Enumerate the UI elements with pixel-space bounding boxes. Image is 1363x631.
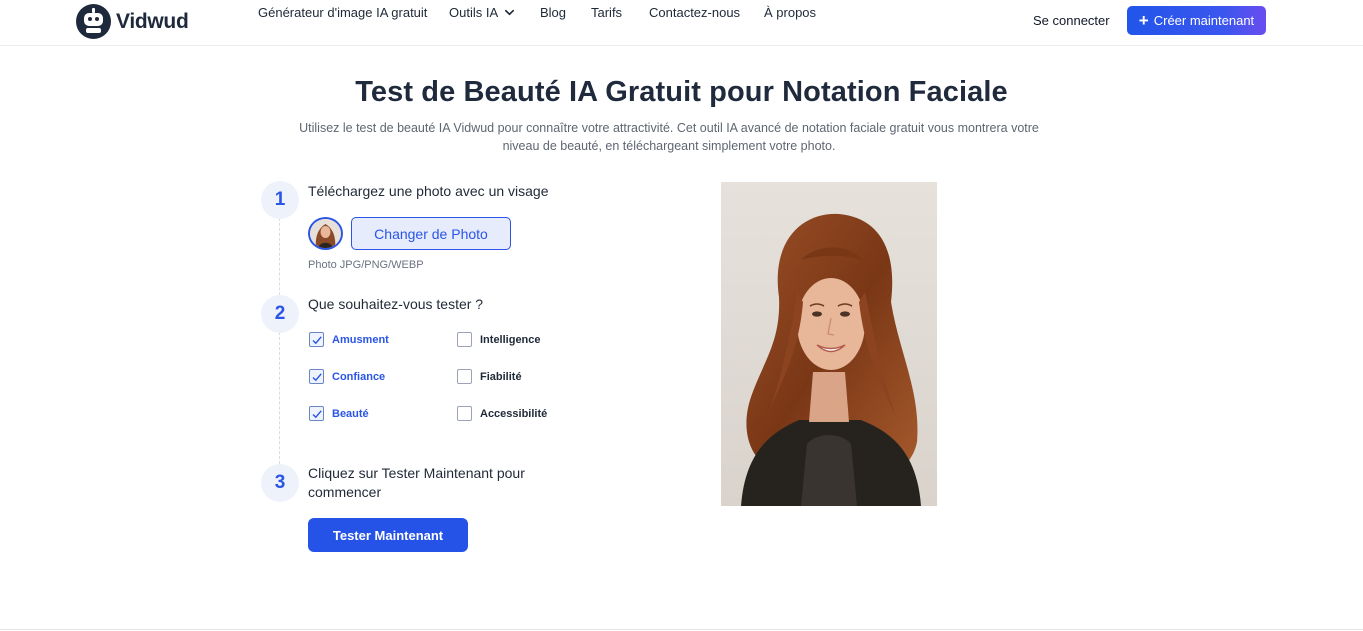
check-icon (312, 373, 322, 382)
checkbox-label: Accessibilité (480, 407, 548, 420)
nav-dropdown-ai-tools[interactable]: Outils IA (449, 5, 515, 20)
nav-dropdown-label: Outils IA (449, 4, 499, 20)
checkbox-box (309, 332, 324, 347)
checkbox-confidence[interactable]: Confiance (309, 369, 385, 384)
nav-link-image-generator[interactable]: Générateur d'image IA gratuit (258, 5, 427, 20)
checkbox-box (309, 369, 324, 384)
checkbox-box (457, 369, 472, 384)
checkbox-label: Confiance (332, 370, 386, 383)
nav-link-contact[interactable]: Contactez-nous (649, 5, 740, 20)
site-header: Vidwud Générateur d'image IA gratuit Out… (0, 0, 1363, 46)
steps-connector (279, 218, 280, 464)
create-now-label: Créer maintenant (1153, 13, 1255, 28)
page-title: Test de Beauté IA Gratuit pour Notation … (355, 76, 1008, 108)
photo-preview (721, 182, 937, 506)
step-title-start: Cliquez sur Tester Maintenant pour comme… (308, 465, 525, 500)
robot-logo-icon (76, 4, 111, 39)
checkbox-amusement[interactable]: Amusment (309, 332, 389, 347)
checkbox-label: Beauté (332, 407, 369, 420)
chevron-down-icon (505, 9, 515, 15)
step-number-1: 1 (261, 181, 299, 219)
footer-divider (0, 629, 1363, 630)
signin-link[interactable]: Se connecter (1033, 13, 1110, 28)
checkbox-intelligence[interactable]: Intelligence (457, 332, 541, 347)
uploaded-photo-thumbnail[interactable] (308, 217, 343, 250)
checkbox-label: Intelligence (480, 333, 541, 346)
portrait-image (721, 182, 937, 506)
checkbox-label: Amusment (332, 333, 389, 346)
check-icon (312, 410, 322, 419)
checkbox-label: Fiabilité (480, 370, 522, 383)
brand-name: Vidwud (116, 9, 189, 33)
change-photo-button[interactable]: Changer de Photo (351, 217, 511, 250)
step-number-2: 2 (261, 295, 299, 333)
nav-link-pricing[interactable]: Tarifs (591, 5, 622, 20)
step-number-3: 3 (261, 464, 299, 502)
checkbox-box (457, 332, 472, 347)
page-subtitle: Utilisez le test de beauté IA Vidwud pou… (299, 121, 1039, 153)
test-now-button[interactable]: Tester Maintenant (308, 518, 468, 552)
step-title-upload: Téléchargez une photo avec un visage (308, 183, 549, 199)
brand-logo[interactable]: Vidwud (76, 4, 189, 39)
checkbox-box (457, 406, 472, 421)
check-icon (312, 336, 322, 345)
checkbox-reliability[interactable]: Fiabilité (457, 369, 522, 384)
checkbox-accessibility[interactable]: Accessibilité (457, 406, 547, 421)
step-title-choose-tests: Que souhaitez-vous tester ? (308, 296, 484, 312)
create-now-button[interactable]: + Créer maintenant (1127, 6, 1266, 35)
nav-link-about[interactable]: À propos (764, 5, 816, 20)
accepted-formats-note: Photo JPG/PNG/WEBP (308, 259, 424, 271)
checkbox-beauty[interactable]: Beauté (309, 406, 369, 421)
thumbnail-portrait (310, 219, 341, 248)
plus-icon: + (1138, 11, 1149, 30)
checkbox-box (309, 406, 324, 421)
nav-link-blog[interactable]: Blog (540, 5, 566, 20)
